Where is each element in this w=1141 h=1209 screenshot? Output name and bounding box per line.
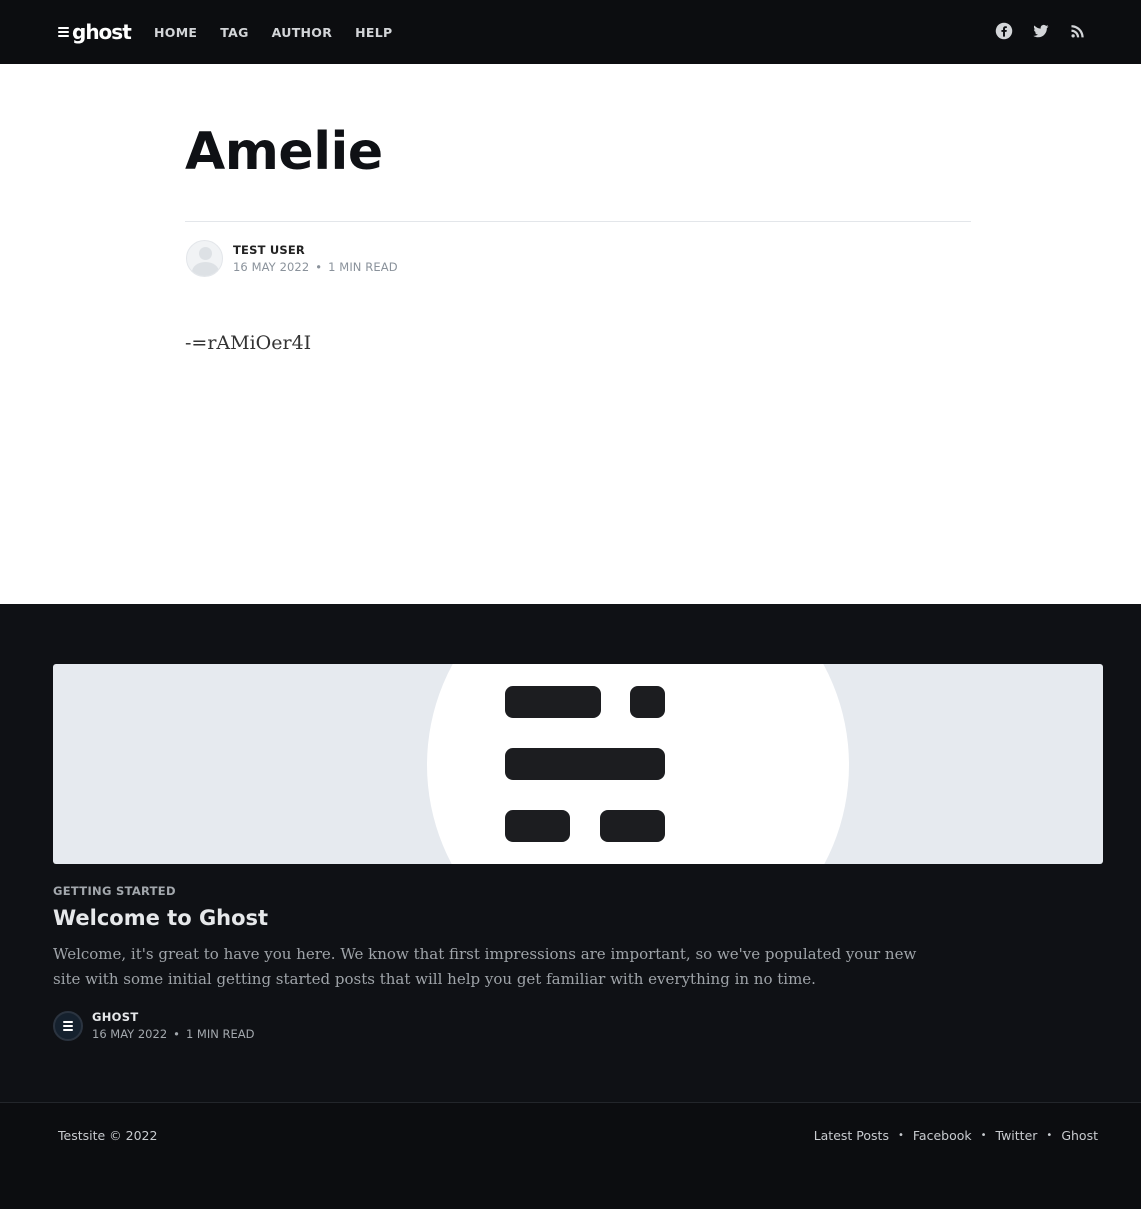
site-header: ghost HOME TAG AUTHOR HELP (0, 0, 1141, 64)
user-silhouette-icon (199, 247, 212, 260)
post-feature-image[interactable] (53, 664, 1103, 864)
article-body: -=rAMiOer4I (185, 332, 312, 354)
main-nav: HOME TAG AUTHOR HELP (154, 0, 415, 64)
footer-separator: • (980, 1130, 987, 1141)
author-name[interactable]: TEST USER (233, 243, 398, 257)
ghost-logo-icon (63, 1020, 73, 1031)
ghost-logo-block (505, 686, 601, 718)
post-meta: 16 MAY 2022 • 1 MIN READ (92, 1027, 254, 1041)
ghost-logo-block (505, 810, 570, 842)
post-tag[interactable]: GETTING STARTED (53, 884, 176, 898)
copyright: Testsite © 2022 (58, 1128, 158, 1143)
nav-home[interactable]: HOME (154, 25, 197, 40)
divider (185, 221, 971, 222)
author-avatar[interactable] (186, 240, 223, 277)
read-time: 1 MIN READ (328, 260, 398, 274)
post-excerpt: Welcome, it's great to have you here. We… (53, 945, 917, 988)
footer-separator: • (897, 1130, 904, 1141)
footer-nav: Latest Posts • Facebook • Twitter • Ghos… (814, 1128, 1098, 1143)
nav-author[interactable]: AUTHOR (272, 25, 332, 40)
nav-help[interactable]: HELP (355, 25, 392, 40)
post-read-time: 1 MIN READ (185, 1027, 255, 1041)
article-title: Amelie (185, 122, 383, 182)
article-meta: 16 MAY 2022 • 1 MIN READ (233, 260, 398, 274)
byline-text: TEST USER 16 MAY 2022 • 1 MIN READ (233, 243, 398, 274)
ghost-logo-block (505, 748, 665, 780)
post-byline-text: GHOST 16 MAY 2022 • 1 MIN READ (92, 1010, 254, 1041)
article-date: 16 MAY 2022 (233, 260, 310, 274)
twitter-icon[interactable] (1032, 22, 1050, 40)
rss-icon[interactable] (1069, 22, 1087, 40)
meta-separator: • (315, 260, 323, 274)
user-silhouette-body (192, 262, 219, 276)
meta-separator: • (173, 1027, 180, 1041)
facebook-icon[interactable] (995, 22, 1013, 40)
ghost-logo-block (630, 686, 665, 718)
post-date: 16 MAY 2022 (92, 1027, 168, 1041)
post-title[interactable]: Welcome to Ghost (53, 906, 268, 930)
logo-text: ghost (72, 20, 132, 44)
footer-link-latest-posts[interactable]: Latest Posts (814, 1128, 889, 1143)
ghost-logo-icon (58, 27, 69, 37)
site-logo[interactable]: ghost (58, 19, 132, 45)
post-byline: GHOST 16 MAY 2022 • 1 MIN READ (53, 1010, 254, 1041)
footer-link-twitter[interactable]: Twitter (996, 1128, 1038, 1143)
ghost-avatar[interactable] (53, 1010, 83, 1041)
article: Amelie TEST USER 16 MAY 2022 • 1 MIN READ … (0, 64, 1141, 604)
ghost-logo-block (600, 810, 665, 842)
footer-link-facebook[interactable]: Facebook (913, 1128, 972, 1143)
footer-link-ghost[interactable]: Ghost (1061, 1128, 1098, 1143)
post-author[interactable]: GHOST (92, 1010, 254, 1024)
footer-separator: • (1046, 1130, 1053, 1141)
nav-tag[interactable]: TAG (220, 25, 248, 40)
site-footer: Testsite © 2022 Latest Posts • Facebook … (0, 1102, 1141, 1209)
related-posts: GETTING STARTED Welcome to Ghost Welcome… (0, 604, 1141, 1102)
social-links (995, 22, 1087, 40)
article-byline: TEST USER 16 MAY 2022 • 1 MIN READ (186, 240, 398, 277)
